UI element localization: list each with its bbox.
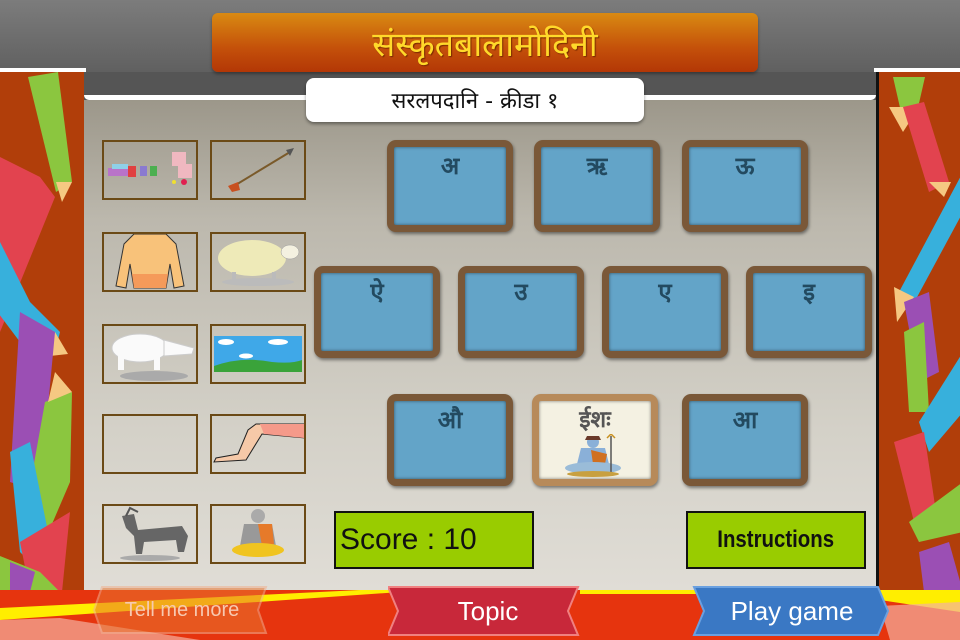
left-decorative-panel bbox=[0, 72, 87, 592]
sheep-icon bbox=[218, 240, 300, 286]
card-letter: उ bbox=[514, 278, 528, 306]
card-word: ईशः bbox=[579, 407, 611, 433]
play-game-label: Play game bbox=[730, 595, 854, 626]
card-letter: आ bbox=[732, 406, 758, 434]
tell-me-more-button[interactable]: Tell me more bbox=[90, 585, 274, 635]
card-letter: इ bbox=[803, 278, 815, 306]
letter-card[interactable]: आ bbox=[682, 394, 808, 486]
letter-card-revealed[interactable]: ईशः bbox=[532, 394, 658, 486]
shiva-icon bbox=[565, 434, 621, 477]
picture-tile-torso[interactable] bbox=[102, 232, 198, 292]
picture-tile-leg[interactable] bbox=[210, 414, 306, 474]
right-decorative-panel bbox=[876, 72, 960, 592]
letter-card[interactable]: इ bbox=[746, 266, 872, 358]
app-title: संस्कृतबालामोदिनी bbox=[372, 24, 598, 65]
medicine-bottles-icon bbox=[108, 152, 192, 185]
letter-card[interactable]: ऋ bbox=[534, 140, 660, 232]
letter-card[interactable]: ऊ bbox=[682, 140, 808, 232]
picture-tile-sky[interactable] bbox=[210, 324, 306, 384]
card-letter: ऊ bbox=[735, 152, 755, 180]
arrow-icon bbox=[228, 148, 294, 192]
topic-button[interactable]: Topic bbox=[388, 585, 588, 637]
goat-icon bbox=[120, 506, 188, 561]
instructions-label: Instructions bbox=[717, 526, 835, 553]
picture-tile-arrow[interactable] bbox=[210, 140, 306, 200]
letter-card[interactable]: ऐ bbox=[314, 266, 440, 358]
sage-icon bbox=[232, 509, 284, 557]
tell-me-more-label: Tell me more bbox=[124, 598, 240, 621]
instructions-button[interactable]: Instructions bbox=[686, 511, 866, 569]
score-display: Score : 10 bbox=[334, 511, 534, 569]
picture-tile-empty[interactable] bbox=[102, 414, 198, 474]
topic-label: Topic bbox=[457, 595, 519, 626]
letter-card[interactable]: औ bbox=[387, 394, 513, 486]
score-label: Score : 10 bbox=[340, 523, 477, 556]
letter-card[interactable]: उ bbox=[458, 266, 584, 358]
card-letter: अ bbox=[440, 152, 460, 180]
picture-tile-medicines[interactable] bbox=[102, 140, 198, 200]
letter-card[interactable]: ए bbox=[602, 266, 728, 358]
game-subtitle: सरलपदानि - क्रीडा १ bbox=[391, 89, 559, 114]
leg-icon bbox=[213, 423, 304, 463]
game-subtitle-box: सरलपदानि - क्रीडा १ bbox=[306, 78, 644, 122]
card-letter: ऐ bbox=[370, 278, 384, 306]
app-title-banner: संस्कृतबालामोदिनी bbox=[212, 13, 758, 72]
white-elephant-icon bbox=[111, 333, 195, 381]
card-letter: ऋ bbox=[586, 152, 608, 180]
play-game-button[interactable]: Play game bbox=[692, 585, 892, 637]
letter-card[interactable]: अ bbox=[387, 140, 513, 232]
picture-tile-sage[interactable] bbox=[210, 504, 306, 564]
card-letter: औ bbox=[437, 406, 463, 434]
card-letter: ए bbox=[658, 278, 672, 306]
picture-tile-elephant[interactable] bbox=[102, 324, 198, 384]
picture-tile-sheep[interactable] bbox=[210, 232, 306, 292]
pencils-right-icon bbox=[889, 77, 960, 592]
pencils-left-icon bbox=[0, 72, 72, 592]
picture-tile-goat[interactable] bbox=[102, 504, 198, 564]
sky-landscape-icon bbox=[214, 336, 302, 372]
human-torso-icon bbox=[115, 234, 185, 289]
